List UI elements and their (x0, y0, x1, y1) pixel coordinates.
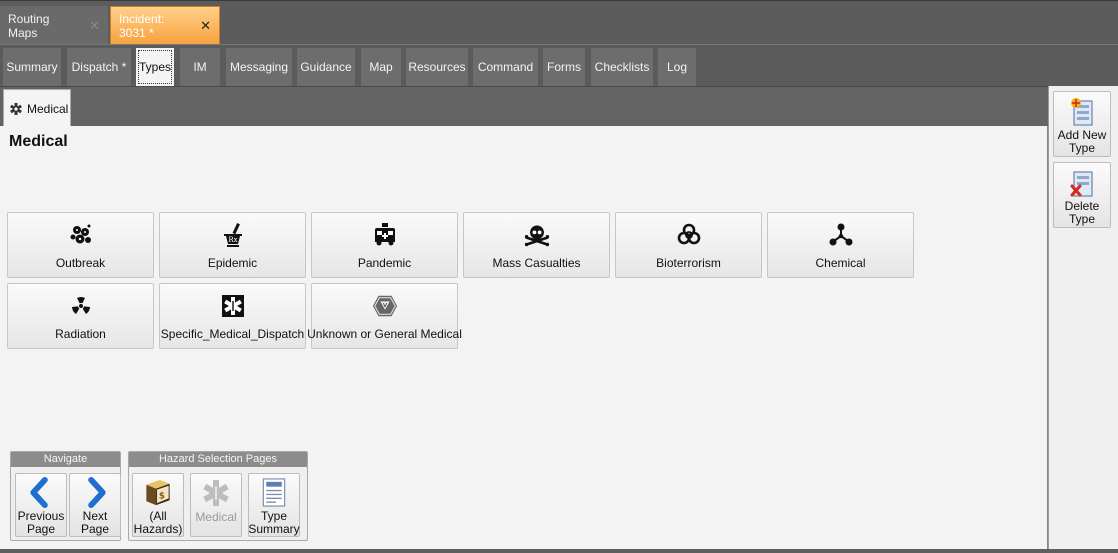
button-label: Add New Type (1057, 128, 1107, 155)
type-label: Outbreak (55, 256, 106, 270)
hazard-selection-group: Hazard Selection Pages $ (All Hazards) M… (128, 451, 308, 541)
tab-im[interactable]: IM (180, 48, 220, 86)
skull-crossbones-icon (524, 222, 550, 248)
chemical-icon (828, 222, 854, 248)
delete-type-button[interactable]: Delete Type (1053, 162, 1111, 228)
button-label: Type Summary (248, 509, 300, 536)
section-tab-bar: Summary Dispatch * Types IM Messaging Gu… (0, 44, 1118, 86)
button-label: Next Page (80, 509, 110, 536)
add-document-icon (1071, 98, 1093, 126)
type-button-mass-casualties[interactable]: Mass Casualties (463, 212, 610, 278)
chevron-left-icon (30, 477, 48, 508)
tab-log[interactable]: Log (658, 48, 696, 86)
outbreak-icon (68, 222, 94, 248)
type-button-epidemic[interactable]: Rx Epidemic (159, 212, 306, 278)
doc-tab-incident[interactable]: Incident: 3031 * ✕ (110, 6, 220, 45)
type-label: Bioterrorism (656, 256, 721, 270)
mortar-pestle-rx-icon: Rx (220, 222, 246, 248)
button-label: Medical (195, 510, 237, 524)
type-tab-label: Medical (27, 101, 69, 116)
doc-tab-routing-maps[interactable]: Routing Maps ✕ (0, 6, 108, 45)
button-label: (All Hazards) (133, 509, 183, 536)
star-of-life-icon (220, 293, 246, 319)
tab-command[interactable]: Command (473, 48, 538, 86)
ambulance-icon (372, 222, 398, 248)
type-label: Pandemic (357, 256, 412, 270)
close-icon[interactable]: ✕ (200, 18, 211, 34)
tab-messaging[interactable]: Messaging (226, 48, 292, 86)
svg-text:Rx: Rx (228, 236, 237, 244)
biohazard-icon (676, 222, 702, 248)
type-button-unknown-general-medical[interactable]: V Unknown or General Medical (307, 283, 462, 349)
type-summary-button[interactable]: Type Summary (248, 473, 300, 537)
svg-text:V: V (382, 303, 387, 309)
type-label: Mass Casualties (492, 256, 581, 270)
summary-document-icon (262, 478, 286, 507)
previous-page-button[interactable]: Previous Page (15, 473, 67, 537)
delete-document-icon (1070, 171, 1093, 197)
tab-map[interactable]: Map (361, 48, 401, 86)
next-page-button[interactable]: Next Page (69, 473, 121, 537)
type-label: Epidemic (207, 256, 258, 270)
tab-summary[interactable]: Summary (3, 48, 61, 86)
hex-badge-icon: V (372, 293, 398, 319)
type-button-chemical[interactable]: Chemical (767, 212, 914, 278)
doc-tab-label: Incident: 3031 * (119, 12, 165, 40)
type-actions-panel: Add New Type Delete Type (1048, 86, 1118, 549)
medical-star-icon (203, 480, 229, 506)
type-tab-medical[interactable]: Medical (3, 89, 71, 127)
medical-star-icon (10, 102, 22, 115)
button-label: Delete Type (1064, 199, 1100, 226)
type-button-pandemic[interactable]: Pandemic (311, 212, 458, 278)
tab-types[interactable]: Types (136, 48, 174, 86)
document-tab-bar: Routing Maps ✕ Incident: 3031 * ✕ (0, 0, 1118, 45)
type-label: Specific_Medical_Dispatch (160, 327, 305, 341)
type-button-specific-medical-dispatch[interactable]: Specific_Medical_Dispatch (159, 283, 306, 349)
tab-guidance[interactable]: Guidance (297, 48, 355, 86)
group-header: Navigate (11, 452, 120, 467)
doc-tab-label: Routing Maps (8, 11, 50, 40)
button-label: Previous Page (17, 509, 65, 536)
type-label: Radiation (55, 327, 106, 341)
type-button-bioterrorism[interactable]: Bioterrorism (615, 212, 762, 278)
chevron-right-icon (88, 477, 106, 508)
close-icon[interactable]: ✕ (89, 18, 100, 34)
navigate-group: Navigate Previous Page Next Page (10, 451, 121, 541)
all-hazards-button[interactable]: $ (All Hazards) (132, 473, 184, 537)
tab-checklists[interactable]: Checklists (591, 48, 653, 86)
types-content-area: Medical Outbreak Rx Epidemic Pandemic Ma… (0, 126, 1048, 549)
radiation-icon (68, 293, 94, 319)
book-icon: $ (146, 479, 170, 506)
type-label: Unknown or General Medical (307, 327, 462, 341)
type-category-strip: Medical (0, 86, 1048, 127)
page-title: Medical (9, 133, 68, 150)
add-new-type-button[interactable]: Add New Type (1053, 91, 1111, 157)
group-header: Hazard Selection Pages (129, 452, 307, 467)
tab-dispatch[interactable]: Dispatch * (67, 48, 131, 86)
type-button-outbreak[interactable]: Outbreak (7, 212, 154, 278)
medical-page-button[interactable]: Medical (190, 473, 242, 537)
type-button-radiation[interactable]: Radiation (7, 283, 154, 349)
type-label: Chemical (815, 256, 866, 270)
tab-resources[interactable]: Resources (406, 48, 468, 86)
tab-forms[interactable]: Forms (543, 48, 585, 86)
svg-text:$: $ (159, 491, 165, 501)
